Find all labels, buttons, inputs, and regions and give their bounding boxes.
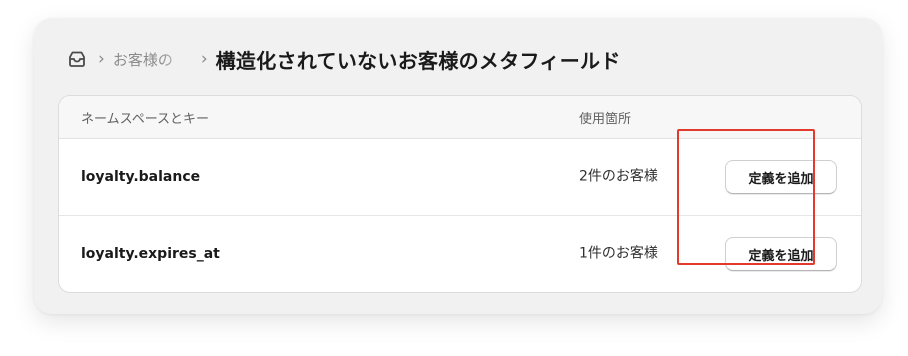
breadcrumb: › お客様の › 構造化されていないお客様のメタフィールド: [66, 42, 621, 76]
add-definition-button[interactable]: 定義を追加: [725, 160, 837, 194]
table-row: loyalty.expires_at 1件のお客様 定義を追加: [59, 215, 861, 292]
breadcrumb-parent-link[interactable]: お客様の: [113, 49, 191, 70]
column-header-namespace-key: ネームスペースとキー: [81, 112, 210, 127]
inbox-tray-icon[interactable]: [66, 48, 88, 70]
table-row: loyalty.balance 2件のお客様 定義を追加: [59, 139, 861, 215]
column-header-usage: 使用箇所: [579, 112, 632, 127]
namespace-key-cell: loyalty.balance: [81, 169, 201, 185]
metafields-table: ネームスペースとキー 使用箇所 loyalty.balance 2件のお客様 定…: [58, 95, 862, 293]
app-frame: › お客様の › 構造化されていないお客様のメタフィールド ネームスペースとキー…: [34, 18, 882, 314]
usage-cell: 2件のお客様: [579, 168, 658, 185]
page-title: 構造化されていないお客様のメタフィールド: [215, 48, 621, 73]
namespace-key-cell: loyalty.expires_at: [81, 246, 220, 262]
add-definition-button[interactable]: 定義を追加: [725, 237, 837, 271]
usage-cell: 1件のお客様: [579, 245, 658, 262]
table-header: ネームスペースとキー 使用箇所: [59, 96, 861, 139]
breadcrumb-separator-icon: ›: [98, 49, 105, 69]
breadcrumb-separator-icon: ›: [200, 49, 208, 69]
